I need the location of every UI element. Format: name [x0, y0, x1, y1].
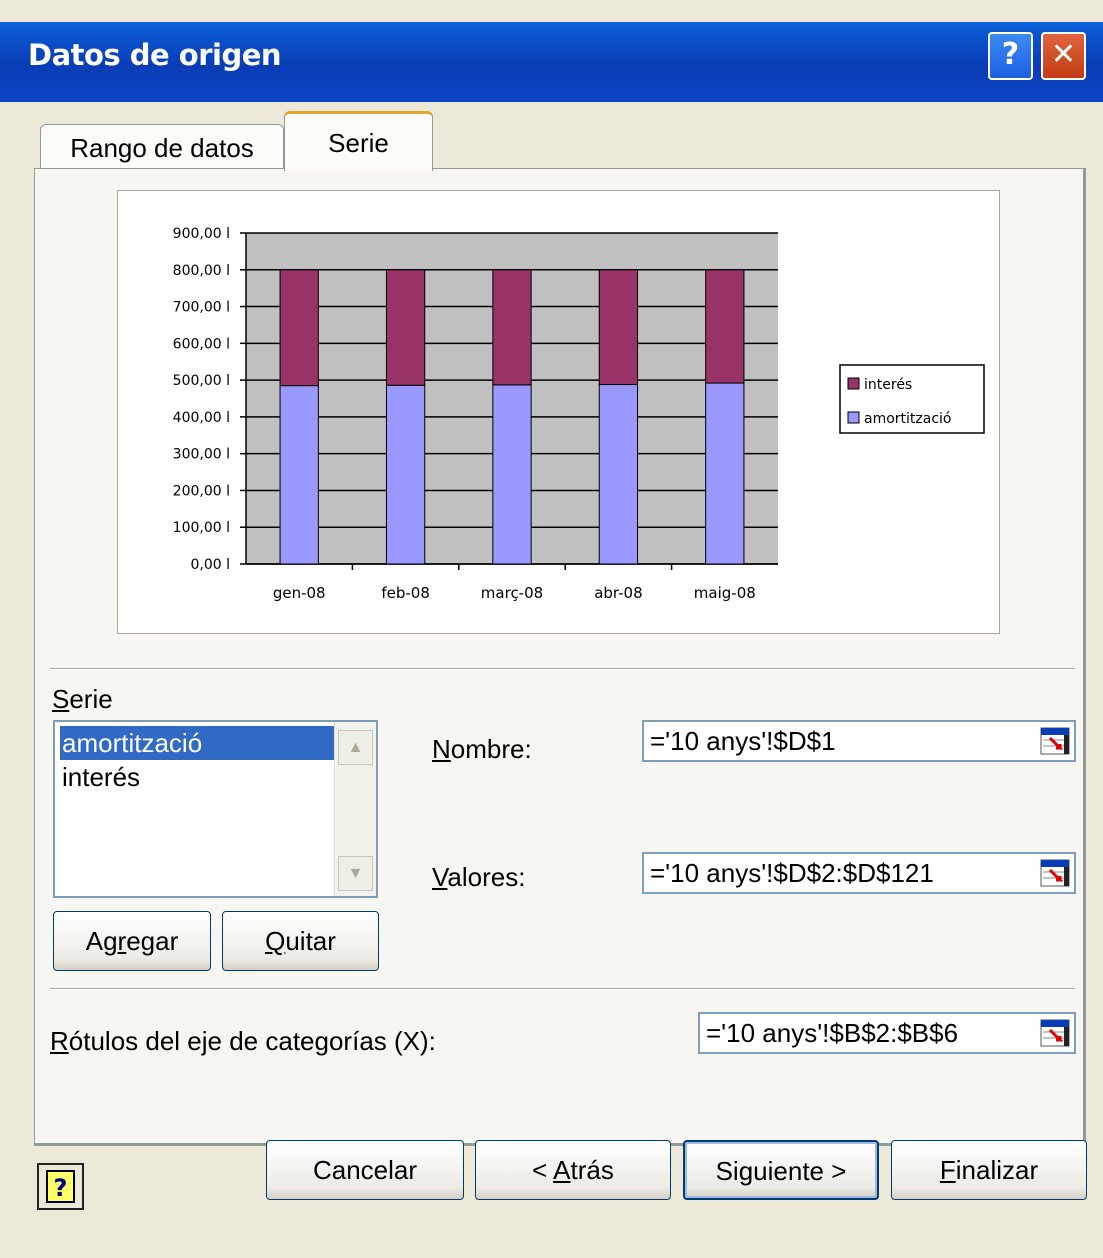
y-tick-label: 600,00 l [173, 336, 230, 352]
agregar-button[interactable]: Agregar [53, 911, 211, 971]
quitar-post: uitar [285, 926, 336, 956]
tab-rango-de-datos[interactable]: Rango de datos [40, 124, 284, 172]
y-tick-label: 700,00 l [173, 300, 230, 316]
title-bar: Datos de origen ? ✕ [0, 0, 1103, 113]
range-select-icon[interactable] [1040, 727, 1070, 755]
agregar-accel: r [117, 926, 127, 956]
nombre-value: ='10 anys'!$D$1 [650, 726, 836, 756]
y-tick-label: 300,00 l [173, 447, 230, 463]
quitar-button[interactable]: Quitar [222, 911, 379, 971]
series-listbox[interactable]: amortització interés ▲ ▼ [53, 720, 378, 898]
legend-swatch [847, 411, 860, 424]
atras-post: trás [570, 1155, 614, 1185]
window-title: Datos de origen [28, 38, 282, 72]
legend-swatch [847, 377, 860, 390]
help-icon: ? [46, 1170, 75, 1203]
atras-pre: < [532, 1155, 554, 1185]
help-title-button[interactable]: ? [988, 32, 1033, 80]
rotulos-field[interactable]: ='10 anys'!$B$2:$B$6 [698, 1012, 1076, 1054]
rotulos-label: Rótulos del eje de categorías (X): [50, 1026, 436, 1057]
rotulos-rest: ótulos del eje de categorías (X): [68, 1026, 436, 1056]
finalizar-post: inalizar [955, 1155, 1039, 1185]
bar-interés [705, 269, 745, 384]
valores-rest: alores: [447, 862, 526, 892]
serie-label: Serie [52, 684, 113, 715]
chart-svg: 0,00 l 100,00 l 200,00 l 300,00 l 400,00 l 50… [173, 226, 985, 602]
list-item[interactable]: amortització [60, 726, 334, 760]
y-tick-label: 500,00 l [173, 373, 230, 389]
range-select-icon[interactable] [1040, 859, 1070, 887]
bar-amortització [492, 384, 532, 565]
bar-amortització [598, 384, 639, 565]
y-tick-label: 400,00 l [173, 410, 230, 426]
close-button[interactable]: ✕ [1041, 32, 1086, 80]
scroll-down-icon[interactable]: ▼ [338, 856, 373, 891]
bar-interés [492, 269, 532, 386]
bar-interés [279, 269, 319, 387]
agregar-post: egar [126, 926, 179, 956]
bar-amortització [385, 384, 426, 565]
nombre-label: Nombre: [432, 734, 532, 765]
scroll-up-icon[interactable]: ▲ [338, 730, 373, 765]
serie-label-accel: S [52, 684, 70, 714]
x-tick-label: feb-08 [381, 584, 430, 602]
x-tick-label: gen-08 [273, 584, 326, 602]
legend-label: amortització [864, 411, 952, 427]
tab-serie[interactable]: Serie [284, 111, 433, 171]
nombre-rest: ombre: [450, 734, 532, 764]
separator-bottom [50, 988, 1075, 990]
finalizar-button[interactable]: Finalizar [891, 1140, 1087, 1200]
siguiente-button[interactable]: Siguiente > [683, 1140, 879, 1200]
quitar-accel: Q [265, 926, 286, 956]
range-select-icon[interactable] [1040, 1019, 1070, 1047]
svg-text:?: ? [54, 1174, 68, 1202]
y-tick-label: 100,00 l [173, 520, 230, 536]
serie-label-rest: erie [69, 684, 113, 714]
nombre-accel: N [432, 734, 451, 764]
atras-accel: A [553, 1155, 571, 1185]
list-scrollbar[interactable]: ▲ ▼ [334, 722, 376, 896]
x-tick-label: març-08 [481, 584, 543, 602]
legend-label: interés [864, 377, 912, 393]
help-button[interactable]: ? [37, 1163, 84, 1210]
valores-field[interactable]: ='10 anys'!$D$2:$D$121 [642, 852, 1076, 894]
agregar-pre: Ag [85, 926, 118, 956]
cancelar-button[interactable]: Cancelar [266, 1140, 464, 1200]
valores-accel: V [432, 862, 448, 892]
nombre-field[interactable]: ='10 anys'!$D$1 [642, 720, 1076, 762]
bar-amortització [705, 382, 745, 565]
list-item[interactable]: interés [60, 760, 334, 794]
bar-amortització [279, 385, 319, 565]
bar-interés [385, 269, 426, 386]
y-tick-label: 800,00 l [173, 263, 230, 279]
finalizar-accel: F [939, 1155, 956, 1185]
chart-preview: 0,00 l 100,00 l 200,00 l 300,00 l 400,00 l 50… [117, 190, 1000, 634]
y-tick-label: 900,00 l [173, 226, 230, 242]
atras-button[interactable]: < Atrás [475, 1140, 671, 1200]
x-tick-label: maig-08 [694, 584, 756, 602]
rotulos-accel: R [50, 1026, 69, 1056]
valores-value: ='10 anys'!$D$2:$D$121 [650, 858, 934, 888]
valores-label: Valores: [432, 862, 525, 893]
y-tick-label: 200,00 l [173, 483, 230, 499]
separator-top [50, 668, 1075, 670]
rotulos-value: ='10 anys'!$B$2:$B$6 [706, 1018, 959, 1048]
y-tick-label: 0,00 l [190, 557, 230, 573]
x-tick-label: abr-08 [594, 584, 642, 602]
bar-interés [598, 269, 639, 386]
